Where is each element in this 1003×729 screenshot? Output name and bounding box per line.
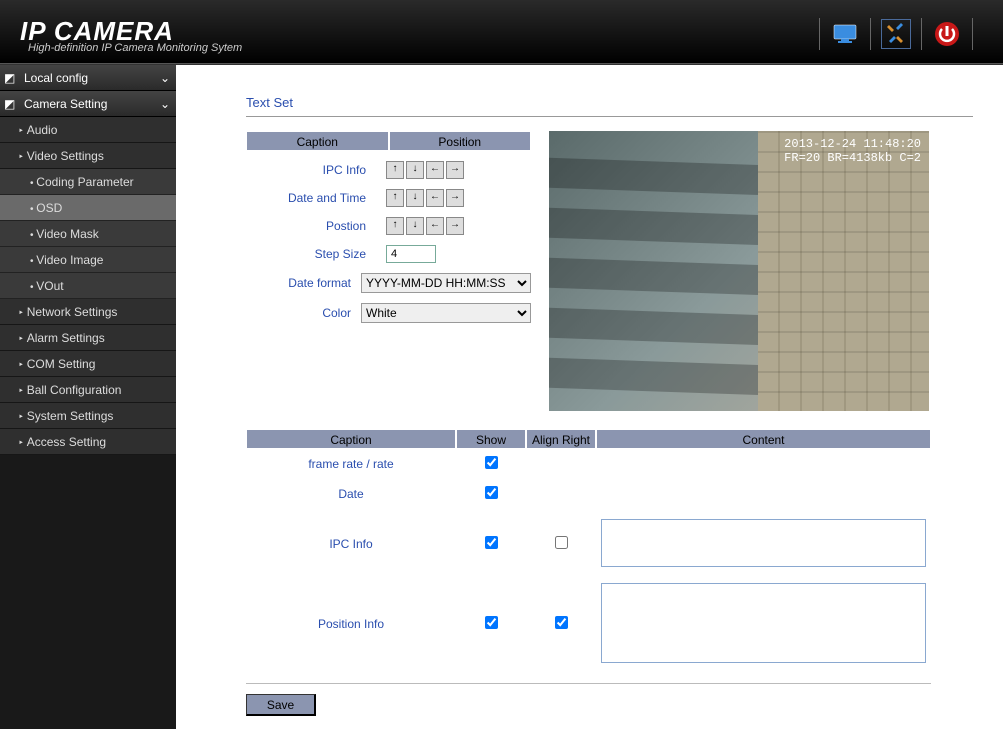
arrow-up-button[interactable]: ↑ (386, 189, 404, 207)
arrow-right-button[interactable]: → (446, 189, 464, 207)
separator (870, 18, 871, 50)
plus-icon: ◩ (4, 65, 16, 91)
sidebar-item-alarm-settings[interactable]: Alarm Settings (0, 325, 176, 351)
row-frame-rate: frame rate / rate (246, 457, 456, 471)
step-size-input[interactable] (386, 245, 436, 263)
label-date-time: Date and Time (246, 191, 376, 205)
col-caption: Caption (246, 429, 456, 449)
sidebar: ◩Local config⌄ ◩Camera Setting⌄ Audio Vi… (0, 65, 176, 729)
power-icon[interactable] (932, 19, 962, 49)
col-content: Content (596, 429, 931, 449)
sidebar-item-vout[interactable]: VOut (0, 273, 176, 299)
label-step-size: Step Size (246, 247, 376, 261)
sidebar-item-camera-setting[interactable]: ◩Camera Setting⌄ (0, 91, 176, 117)
plus-icon: ◩ (4, 91, 16, 117)
video-preview: 2013-12-24 11:48:20 FR=20 BR=4138kb C=2 (549, 131, 929, 411)
chevron-down-icon: ⌄ (160, 91, 170, 117)
osd-form: Caption Position IPC Info ↑ ↓ ← → Date a… (246, 131, 531, 411)
header-toolbar (809, 18, 983, 50)
sidebar-item-osd[interactable]: OSD (0, 195, 176, 221)
row-date: Date (246, 487, 456, 501)
label-color: Color (246, 306, 361, 320)
sidebar-item-com-setting[interactable]: COM Setting (0, 351, 176, 377)
show-frame-rate-checkbox[interactable] (485, 456, 498, 469)
col-caption: Caption (246, 131, 389, 151)
sidebar-item-local-config[interactable]: ◩Local config⌄ (0, 65, 176, 91)
label-position: Postion (246, 219, 376, 233)
row-ipc-info: IPC Info (246, 537, 456, 551)
monitor-icon[interactable] (830, 19, 860, 49)
date-format-select[interactable]: YYYY-MM-DD HH:MM:SS (361, 273, 531, 293)
sidebar-item-system-settings[interactable]: System Settings (0, 403, 176, 429)
divider (246, 683, 931, 684)
sidebar-item-video-settings[interactable]: Video Settings (0, 143, 176, 169)
sidebar-item-video-mask[interactable]: Video Mask (0, 221, 176, 247)
label-ipc-info: IPC Info (246, 163, 376, 177)
main-content: Text Set Caption Position IPC Info ↑ ↓ ←… (176, 65, 1003, 729)
sidebar-item-ball-configuration[interactable]: Ball Configuration (0, 377, 176, 403)
align-ipc-checkbox[interactable] (555, 536, 568, 549)
show-position-checkbox[interactable] (485, 616, 498, 629)
align-position-checkbox[interactable] (555, 616, 568, 629)
col-align-right: Align Right (526, 429, 596, 449)
arrow-down-button[interactable]: ↓ (406, 217, 424, 235)
ipc-content-textarea[interactable] (601, 519, 926, 567)
separator (921, 18, 922, 50)
arrow-up-button[interactable]: ↑ (386, 161, 404, 179)
sidebar-item-coding-parameter[interactable]: Coding Parameter (0, 169, 176, 195)
sidebar-item-video-image[interactable]: Video Image (0, 247, 176, 273)
position-content-textarea[interactable] (601, 583, 926, 663)
col-position: Position (389, 131, 532, 151)
page-title: Text Set (246, 95, 973, 110)
sidebar-item-access-setting[interactable]: Access Setting (0, 429, 176, 455)
sidebar-item-audio[interactable]: Audio (0, 117, 176, 143)
tools-icon[interactable] (881, 19, 911, 49)
arrow-up-button[interactable]: ↑ (386, 217, 404, 235)
separator (972, 18, 973, 50)
arrow-down-button[interactable]: ↓ (406, 161, 424, 179)
app-header: IP CAMERA High-definition IP Camera Moni… (0, 0, 1003, 64)
save-button[interactable]: Save (246, 694, 316, 716)
arrow-down-button[interactable]: ↓ (406, 189, 424, 207)
caption-table: Caption Show Align Right Content frame r… (246, 429, 931, 669)
chevron-down-icon: ⌄ (160, 65, 170, 91)
separator (819, 18, 820, 50)
col-show: Show (456, 429, 526, 449)
label-date-format: Date format (246, 276, 361, 290)
divider (246, 116, 973, 117)
sidebar-item-network-settings[interactable]: Network Settings (0, 299, 176, 325)
row-position-info: Position Info (246, 617, 456, 631)
arrow-right-button[interactable]: → (446, 217, 464, 235)
arrow-left-button[interactable]: ← (426, 161, 444, 179)
arrow-right-button[interactable]: → (446, 161, 464, 179)
show-ipc-checkbox[interactable] (485, 536, 498, 549)
arrow-left-button[interactable]: ← (426, 189, 444, 207)
arrow-left-button[interactable]: ← (426, 217, 444, 235)
app-subtitle: High-definition IP Camera Monitoring Syt… (28, 42, 242, 54)
show-date-checkbox[interactable] (485, 486, 498, 499)
color-select[interactable]: White (361, 303, 531, 323)
osd-overlay-text: 2013-12-24 11:48:20 FR=20 BR=4138kb C=2 (784, 137, 921, 165)
